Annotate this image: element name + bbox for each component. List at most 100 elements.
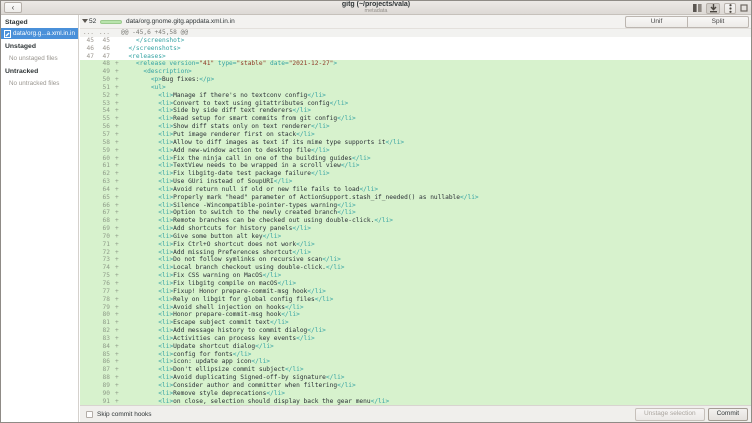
new-line-number: ... (97, 29, 113, 37)
diff-line-text: <li>Fix libgitg-date test package failur… (121, 170, 751, 178)
diff-sign: + (113, 343, 121, 351)
unstage-selection-button[interactable]: Unstage selection (635, 408, 705, 421)
old-line-number (80, 311, 97, 319)
diff-line-text: <li>Remove style deprecations</li> (121, 390, 751, 398)
back-button[interactable]: ‹ (4, 2, 22, 13)
diff-line[interactable]: 79+ <li>Avoid shell injection on hooks</… (80, 304, 751, 312)
diff-sign: + (113, 358, 121, 366)
diff-line[interactable]: 83+ <li>Activities can process key event… (80, 335, 751, 343)
diff-line[interactable]: 53+ <li>Convert to text using gitattribu… (80, 100, 751, 108)
diff-line[interactable]: 49+ <description> (80, 68, 751, 76)
diff-line[interactable]: 69+ <li>Add shortcuts for history panels… (80, 225, 751, 233)
diff-line[interactable]: 54+ <li>Side by side diff text renderers… (80, 107, 751, 115)
commit-action-bar: Skip commit hooks Unstage selection Comm… (80, 405, 751, 422)
old-line-number (80, 107, 97, 115)
diff-line-text: <li>Avoid duplicating Signed-off-by sign… (121, 374, 751, 382)
diff-line[interactable]: 4747 <releases> (80, 53, 751, 61)
diff-sign: + (113, 76, 121, 84)
diff-line[interactable]: 77+ <li>Fixup! Honor prepare-commit-msg … (80, 288, 751, 296)
diff-line[interactable]: 89+ <li>Consider author and committer wh… (80, 382, 751, 390)
old-line-number (80, 202, 97, 210)
diff-line[interactable]: 63+ <li>Use GUri instead of SoupURI</li> (80, 178, 751, 186)
diff-line-text: <li>Show diff stats only on text rendere… (121, 123, 751, 131)
unified-view-button[interactable]: Unif (625, 16, 687, 28)
diff-line[interactable]: 59+ <li>Add new-window action to desktop… (80, 147, 751, 155)
diff-line[interactable]: 4545 </screenshot> (80, 37, 751, 45)
diff-line[interactable]: 87+ <li>Don't ellipsize commit subject</… (80, 366, 751, 374)
diff-line-text: <li>Fix Ctrl+O shortcut does not work</l… (121, 241, 751, 249)
window-close-icon[interactable] (740, 3, 748, 14)
diff-line[interactable]: 78+ <li>Rely on libgit for global config… (80, 296, 751, 304)
diff-sign: + (113, 68, 121, 76)
diff-line[interactable]: 72+ <li>Add missing Preferences shortcut… (80, 249, 751, 257)
diff-sign: + (113, 155, 121, 163)
menu-icon[interactable] (724, 3, 736, 14)
sidebar-item-staged-file[interactable]: data/org.g...a.xml.in.in (1, 28, 78, 39)
diff-line[interactable]: 62+ <li>Fix libgitg-date test package fa… (80, 170, 751, 178)
diff-line[interactable]: 58+ <li>Allow to diff images as text if … (80, 139, 751, 147)
diff-line[interactable]: 68+ <li>Remote branches can be checked o… (80, 217, 751, 225)
diff-line[interactable]: 61+ <li>TextView needs to be wrapped in … (80, 162, 751, 170)
new-line-number: 61 (97, 162, 113, 170)
diff-line[interactable]: 66+ <li>Silence -Wincompatible-pointer-t… (80, 202, 751, 210)
diff-line[interactable]: 84+ <li>Update shortcut dialog</li> (80, 343, 751, 351)
diff-sign: + (113, 131, 121, 139)
columns-view-icon[interactable] (693, 3, 702, 14)
diff-sign: + (113, 147, 121, 155)
diff-line[interactable]: 88+ <li>Avoid duplicating Signed-off-by … (80, 374, 751, 382)
skip-commit-hooks-checkbox[interactable] (86, 411, 93, 418)
new-line-number: 87 (97, 366, 113, 374)
diff-sign: + (113, 84, 121, 92)
diff-line[interactable]: 60+ <li>Fix the ninja call in one of the… (80, 155, 751, 163)
diff-line[interactable]: 52+ <li>Manage if there's no textconv co… (80, 92, 751, 100)
diff-line-text: <li>Consider author and committer when f… (121, 382, 751, 390)
split-view-button[interactable]: Split (687, 16, 749, 28)
new-line-number: 82 (97, 327, 113, 335)
diff-line[interactable]: 51+ <ul> (80, 84, 751, 92)
diff-line[interactable]: 64+ <li>Avoid return null if old or new … (80, 186, 751, 194)
diff-sign: + (113, 382, 121, 390)
diff-line[interactable]: 67+ <li>Option to switch to the newly cr… (80, 209, 751, 217)
diff-line[interactable]: 80+ <li>Honor prepare-commit-msg hook</l… (80, 311, 751, 319)
diff-line[interactable]: 50+ <p>Bug fixes:</p> (80, 76, 751, 84)
diff-line[interactable]: 91+ <li>on close, selection should displ… (80, 398, 751, 405)
diff-line-text: <li>Do not follow symlinks on recursive … (121, 256, 751, 264)
commit-view-icon[interactable] (706, 3, 720, 14)
diff-sign: + (113, 225, 121, 233)
diff-line[interactable]: 4646 </screenshots> (80, 45, 751, 53)
new-line-number: 56 (97, 123, 113, 131)
diff-line[interactable]: 55+ <li>Read setup for smart commits fro… (80, 115, 751, 123)
diff-line[interactable]: 48+ <release version="41" type="stable" … (80, 60, 751, 68)
new-line-number: 62 (97, 170, 113, 178)
diff-line[interactable]: 86+ <li>icon: update app icon</li> (80, 358, 751, 366)
hunk-header-row[interactable]: ... ... @@ -45,6 +45,58 @@ (80, 29, 751, 37)
old-line-number (80, 366, 97, 374)
diff-line[interactable]: 82+ <li>Add message history to commit di… (80, 327, 751, 335)
diff-line[interactable]: 76+ <li>Fix libgitg compile on macOS</li… (80, 280, 751, 288)
old-line-number (80, 398, 97, 405)
diff-sign: + (113, 335, 121, 343)
staged-file-label: data/org.g...a.xml.in.in (13, 30, 75, 37)
old-line-number (80, 288, 97, 296)
diff-line-text: <li>Option to switch to the newly create… (121, 209, 751, 217)
diff-line[interactable]: 56+ <li>Show diff stats only on text ren… (80, 123, 751, 131)
diff-line[interactable]: 74+ <li>Local branch checkout using doub… (80, 264, 751, 272)
diff-line[interactable]: 70+ <li>Give some button alt key</li> (80, 233, 751, 241)
diff-line[interactable]: 90+ <li>Remove style deprecations</li> (80, 390, 751, 398)
diff-line[interactable]: 73+ <li>Do not follow symlinks on recurs… (80, 256, 751, 264)
diff-line[interactable]: 81+ <li>Escape subject commit text</li> (80, 319, 751, 327)
new-line-number: 45 (97, 37, 113, 45)
expander-icon[interactable] (82, 19, 88, 23)
diff-line[interactable]: 71+ <li>Fix Ctrl+O shortcut does not wor… (80, 241, 751, 249)
diff-sign: + (113, 107, 121, 115)
diff-line[interactable]: 65+ <li>Properly mark "head" parameter o… (80, 194, 751, 202)
diff-line[interactable]: 85+ <li>config for fonts</li> (80, 351, 751, 359)
diff-line[interactable]: 57+ <li>Put image renderer first on stac… (80, 131, 751, 139)
old-line-number (80, 382, 97, 390)
old-line-number (80, 139, 97, 147)
diff-line-text: <li>Fix libgitg compile on macOS</li> (121, 280, 751, 288)
diff-sign: + (113, 249, 121, 257)
sidebar-section-untracked: Untracked (1, 64, 78, 77)
commit-button[interactable]: Commit (708, 408, 748, 421)
diff-line[interactable]: 75+ <li>Fix CSS warning on MacOS</li> (80, 272, 751, 280)
